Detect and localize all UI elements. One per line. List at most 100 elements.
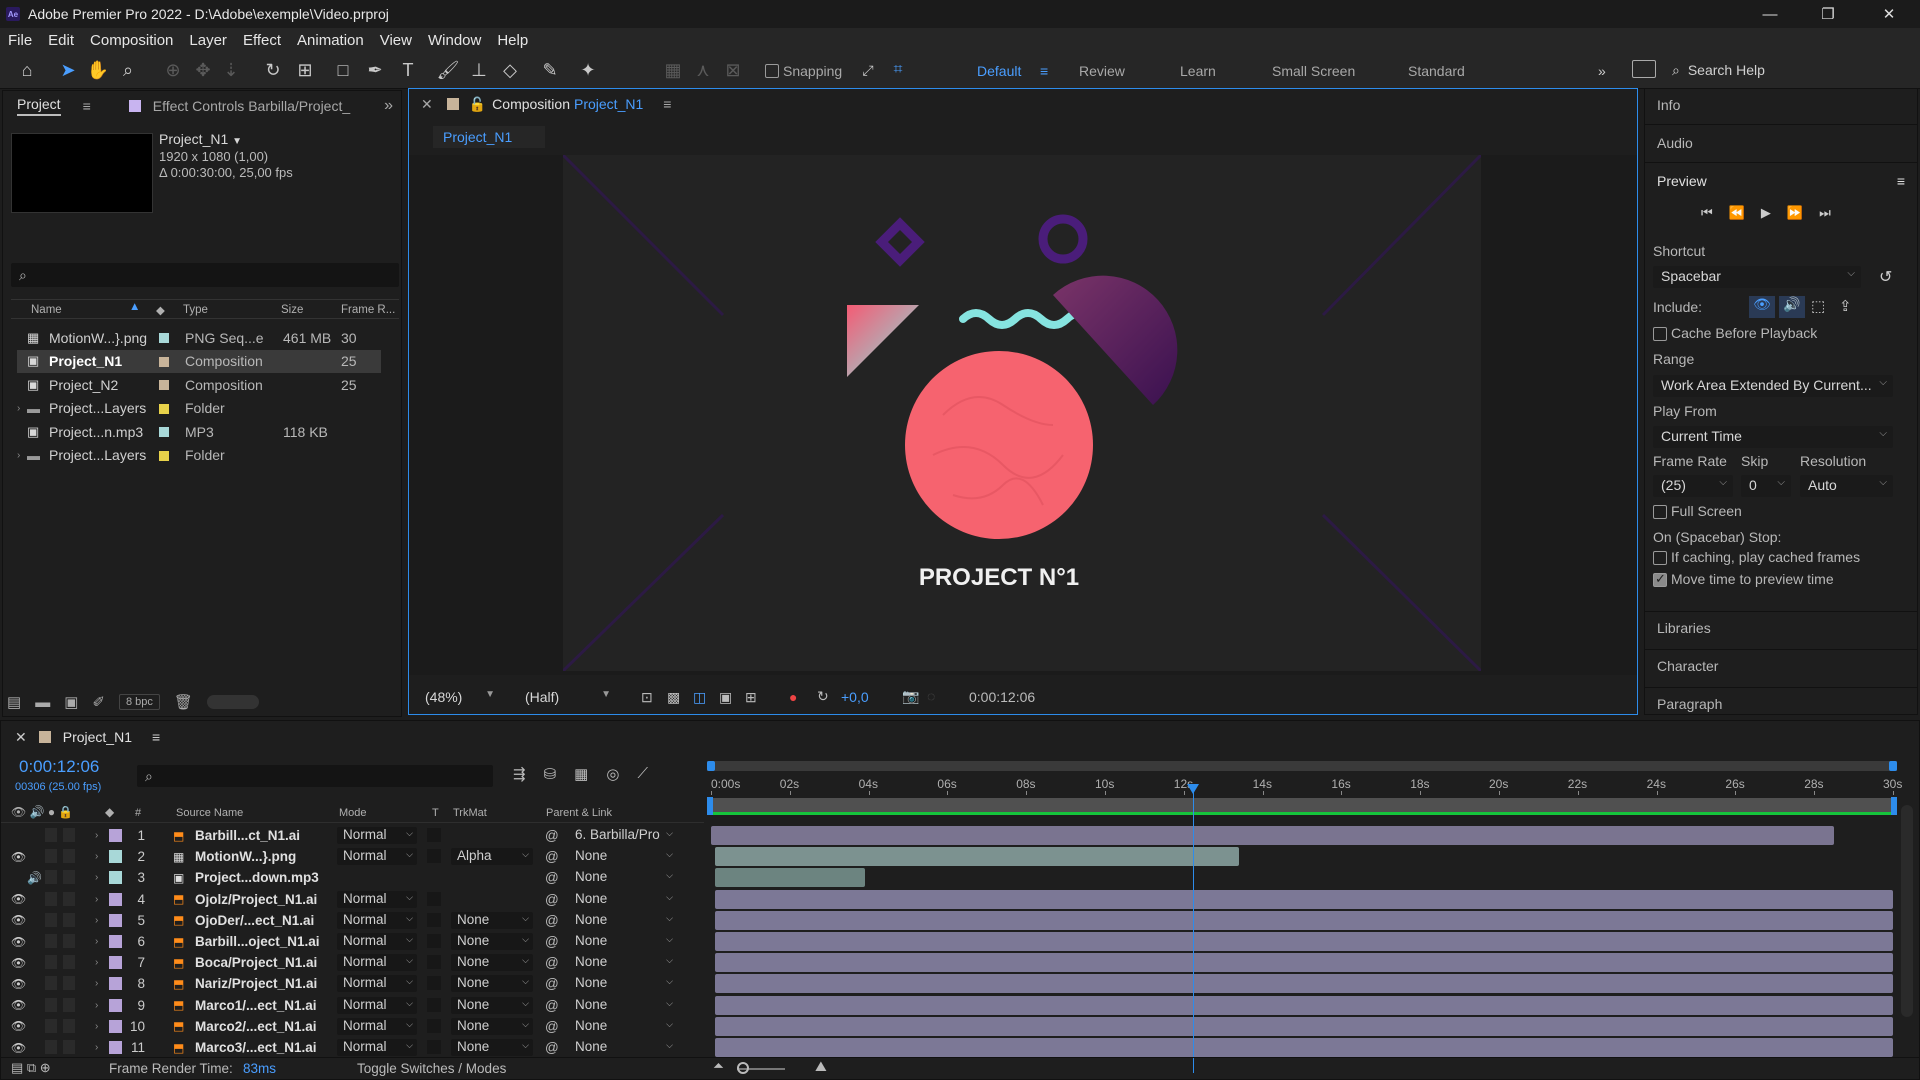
project-item[interactable]: › ▬ Project...Layers Folder [17,397,381,420]
expand-arrow-icon[interactable]: › [95,978,98,989]
expand-arrow-icon[interactable]: › [95,1042,98,1053]
label-column-icon[interactable]: ◆ [105,805,114,819]
preserve-transparency-toggle[interactable] [427,934,441,948]
solo-toggle[interactable] [45,912,57,927]
layer-label-swatch[interactable] [109,871,122,885]
layer-duration-bar[interactable] [714,974,1893,994]
label-color-swatch[interactable] [159,333,169,343]
panel-overflow-icon[interactable]: » [384,97,393,115]
draft-3d-icon[interactable]: ⛁ [544,765,557,783]
parent-dropdown[interactable]: None ⌵ [569,848,677,865]
home-icon[interactable]: ⌂ [14,58,40,82]
reset-shortcut-icon[interactable]: ↺ [1879,267,1892,287]
layer-mode-dropdown[interactable]: Normal ⌵ [337,911,417,929]
pickwhip-icon[interactable]: @ [545,828,559,843]
playhead-handle[interactable] [1187,784,1200,794]
parent-dropdown[interactable]: None ⌵ [569,1018,677,1035]
layer-source-name[interactable]: Barbill...oject_N1.ai [195,934,320,949]
sort-ascending-icon[interactable]: ▲ [129,301,140,313]
workspace-review[interactable]: Review [1079,63,1125,79]
layer-source-name[interactable]: MotionW...}.png [195,849,296,864]
layer-source-name[interactable]: Nariz/Project_N1.ai [195,976,317,991]
mask-visibility-icon[interactable]: ◫ [693,689,706,706]
layer-duration-bar[interactable] [714,868,865,888]
if-caching-checkbox[interactable] [1653,551,1667,566]
layer-mode-dropdown[interactable]: Normal ⌵ [337,890,417,908]
puppet-pin-icon[interactable]: ✦ [575,58,601,82]
dolly-camera-icon[interactable]: ⇣ [218,58,244,82]
snapping-toggle[interactable]: Snapping [765,63,842,79]
pan-behind-icon[interactable]: ⊞ [292,58,318,82]
eye-icon[interactable]: 👁 [11,977,26,991]
layer-mode-dropdown[interactable]: Normal ⌵ [337,996,417,1014]
pickwhip-icon[interactable]: @ [545,1019,559,1034]
roto-brush-icon[interactable]: ✎ [537,58,563,82]
axis-world-icon[interactable]: ⋏ [690,58,716,82]
expand-arrow-icon[interactable]: › [95,915,98,926]
trkmat-dropdown[interactable]: None ⌵ [451,996,533,1014]
layer-label-swatch[interactable] [109,935,122,948]
layer-source-name[interactable]: OjoDer/...ect_N1.ai [195,913,314,928]
eye-icon[interactable]: 👁 [11,913,26,927]
eraser-tool-icon[interactable]: ◇ [497,58,523,82]
layer-source-name[interactable]: Barbill...ct_N1.ai [195,828,300,843]
preserve-transparency-toggle[interactable] [427,828,441,842]
solo-toggle[interactable] [45,997,57,1012]
layer-source-name[interactable]: Marco3/...ect_N1.ai [195,1040,317,1055]
cache-before-playback[interactable]: Cache Before Playback [1653,325,1817,342]
navigator-start-handle[interactable] [707,761,715,771]
guides-icon[interactable]: ⊞ [745,689,757,706]
toggle-switches-modes[interactable]: Toggle Switches / Modes [357,1061,506,1076]
include-overlays-icon[interactable]: ⬚ [1811,297,1825,315]
layer-label-swatch[interactable] [109,850,122,864]
parent-dropdown[interactable]: None ⌵ [569,1039,677,1056]
parent-dropdown[interactable]: None ⌵ [569,912,677,929]
col-type[interactable]: Type [183,304,208,316]
navigator-end-handle[interactable] [1889,761,1897,771]
viewer-area[interactable]: PROJECT N°1 [409,155,1637,675]
layer-label-swatch[interactable] [109,829,122,842]
move-time-checkbox[interactable] [1653,571,1667,588]
motion-blur-icon[interactable]: ◎ [606,765,619,783]
menu-animation[interactable]: Animation [289,32,372,49]
lock-toggle[interactable] [63,1018,75,1033]
expand-arrow-icon[interactable]: › [95,851,98,862]
close-icon[interactable]: ✕ [1866,0,1912,28]
eye-icon[interactable]: 👁 [11,935,26,949]
snapping-checkbox[interactable] [765,64,779,78]
label-color-swatch[interactable] [159,403,169,414]
layer-duration-bar[interactable] [714,1016,1893,1036]
frame-blending-icon[interactable]: ▦ [574,765,588,783]
layer-source-name[interactable]: Marco2/...ect_N1.ai [195,1019,317,1034]
menu-edit[interactable]: Edit [40,32,82,49]
tab-timeline-comp[interactable]: Project_N1 [63,729,132,745]
eye-icon[interactable]: 👁 [11,1019,26,1033]
lock-toggle[interactable] [63,912,75,927]
timeline-scrollbar[interactable] [1901,805,1913,1017]
include-audio-icon[interactable]: 🔊 [1779,296,1805,318]
region-of-interest-icon[interactable]: ▣ [719,689,732,706]
layer-label-swatch[interactable] [109,998,122,1012]
rectangle-tool-icon[interactable]: □ [330,58,356,82]
expand-arrow-icon[interactable]: › [95,894,98,905]
solo-toggle[interactable] [45,870,57,885]
layer-row[interactable]: 👁 › 6 ⬒ Barbill...oject_N1.ai Normal ⌵ None ⌵ @ No… [1,931,704,952]
comp-subtab[interactable]: Project_N1 [433,126,545,148]
eye-icon[interactable]: 👁 [11,850,26,864]
hand-tool-icon[interactable]: ✋ [85,58,111,82]
pickwhip-icon[interactable]: @ [545,1040,559,1055]
first-frame-icon[interactable]: ⏮ [1701,205,1713,221]
preserve-transparency-toggle[interactable] [427,891,441,906]
pickwhip-icon[interactable]: @ [545,976,559,991]
trkmat-dropdown[interactable]: None ⌵ [451,933,533,950]
paragraph-panel-header[interactable]: Paragraph [1645,687,1917,715]
lock-toggle[interactable] [63,870,75,885]
skip-dropdown[interactable]: 0 ⌵ [1741,475,1791,497]
col-name[interactable]: Name [31,304,62,316]
menu-composition[interactable]: Composition [82,32,181,49]
layer-duration-bar[interactable] [714,932,1893,951]
trkmat-dropdown[interactable]: Alpha ⌵ [451,848,533,866]
restore-icon[interactable]: ❐ [1805,0,1851,28]
screen-mode-icon[interactable] [1632,60,1656,78]
col-mode[interactable]: Mode [339,807,367,819]
